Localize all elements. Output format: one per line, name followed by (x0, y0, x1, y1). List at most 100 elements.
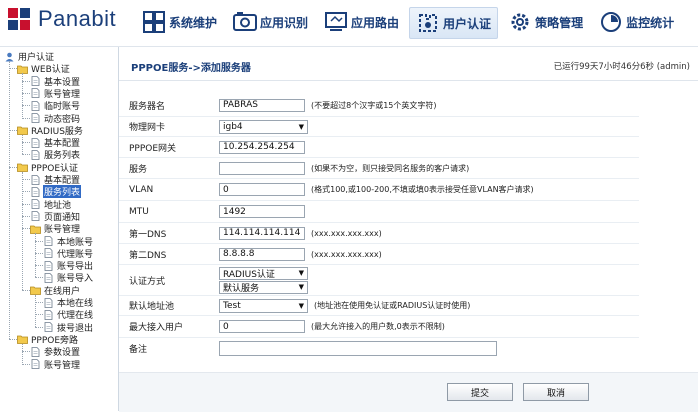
tree-connector (22, 228, 30, 230)
tree-connector (22, 171, 23, 290)
tree-connector (35, 294, 36, 327)
tree-connector (35, 252, 43, 254)
sidebar-tree-item[interactable]: 服务列表 (30, 148, 81, 161)
nav-monitor-stats[interactable]: 监控统计 (593, 7, 680, 37)
sidebar-tree-item[interactable]: 账号管理 (30, 358, 81, 371)
vlan-input[interactable] (219, 183, 305, 196)
sidebar-tree-item[interactable]: 服务列表 (30, 185, 82, 199)
dns1-hint: (xxx.xxx.xxx.xxx) (311, 228, 382, 238)
auth-service-select[interactable]: 默认服务 ▼ (219, 280, 308, 294)
sidebar-tree-label: 账号管理 (44, 225, 81, 236)
sidebar-tree-label: 基本配置 (44, 176, 81, 186)
sidebar-tree-item[interactable]: RADIUS服务 (17, 124, 84, 137)
panabit-logo: Panabit (6, 6, 116, 32)
nav-label: 应用路由 (351, 15, 400, 30)
sidebar-tree-label: 服务列表 (43, 185, 82, 199)
sidebar-tree-item[interactable]: PPPOE旁路 (17, 333, 79, 346)
sidebar-tree-item[interactable]: 动态密码 (30, 112, 81, 125)
tree-connector (22, 80, 30, 82)
row-dns1: 第一DNS (xxx.xxx.xxx.xxx) (119, 223, 639, 244)
sidebar-tree-item[interactable]: 地址池 (30, 198, 72, 211)
nav-system-maintenance[interactable]: 系统维护 (136, 7, 223, 37)
tree-connector (35, 240, 43, 242)
nav-app-routing[interactable]: 应用路由 (318, 7, 405, 37)
dns1-input[interactable] (219, 226, 305, 240)
sidebar-tree-label: 账号导入 (57, 274, 94, 285)
row-remark: 备注 (119, 338, 639, 359)
tree-connector (22, 351, 30, 353)
sidebar-tree-item[interactable]: 基本配置 (30, 136, 81, 149)
dns2-input[interactable] (219, 247, 305, 261)
sidebar-tree-item[interactable]: 本地在线 (43, 296, 94, 309)
sidebar-tree-label: 账号导出 (57, 262, 94, 273)
sidebar-tree-item[interactable]: 基本设置 (30, 75, 81, 88)
sidebar-tree-item[interactable]: 在线用户 (30, 284, 81, 297)
main-content: PPPOE服务->添加服务器 已运行99天7小时46分6秒 (admin) 服务… (119, 47, 698, 412)
document-icon (31, 88, 40, 99)
dns1-label: 第一DNS (129, 229, 167, 240)
gateway-input[interactable] (219, 140, 305, 154)
nav-label: 系统维护 (169, 15, 218, 30)
dns2-hint: (xxx.xxx.xxx.xxx) (311, 249, 382, 259)
tree-connector (9, 61, 10, 339)
server-name-input[interactable] (219, 98, 305, 112)
sidebar-tree-item[interactable]: 账号管理 (30, 222, 81, 235)
sidebar-tree-item[interactable]: 参数设置 (30, 345, 81, 358)
tree-connector (9, 129, 17, 131)
document-icon (44, 272, 53, 283)
max-users-label: 最大接入用户 (129, 323, 184, 333)
divider (119, 80, 698, 81)
tree-connector (35, 233, 36, 278)
sidebar-tree-label: 页面通知 (44, 212, 81, 223)
nav-policy-management[interactable]: 策略管理 (502, 7, 589, 37)
sidebar-tree-label: PPPOE认证 (31, 163, 79, 174)
cancel-button[interactable]: 取消 (523, 383, 589, 401)
folder-icon (17, 126, 28, 136)
sidebar-tree-item[interactable]: 拨号退出 (43, 321, 94, 334)
nav-label: 监控统计 (626, 15, 675, 30)
submit-button[interactable]: 提交 (447, 383, 513, 401)
nav-user-auth[interactable]: 用户认证 (409, 7, 499, 39)
sidebar-tree-item[interactable]: 基本配置 (30, 173, 81, 186)
nav-app-recognition[interactable]: 应用识别 (227, 7, 314, 37)
sidebar-tree-item[interactable]: WEB认证 (17, 62, 71, 75)
service-label: 服务 (129, 164, 148, 175)
chevron-down-icon: ▼ (298, 283, 304, 291)
system-maintenance-icon (143, 11, 165, 33)
default-pool-select[interactable]: Test ▼ (219, 298, 308, 313)
sidebar-tree-item[interactable]: 用户认证 (4, 50, 55, 63)
document-icon (31, 199, 40, 209)
max-users-input[interactable] (219, 320, 305, 333)
sidebar-tree-label: 账号管理 (44, 360, 81, 371)
sidebar-tree-label: 服务列表 (44, 151, 81, 162)
document-icon (44, 236, 53, 246)
document-icon (44, 260, 53, 271)
auth-method-select[interactable]: RADIUS认证 ▼ (219, 266, 308, 280)
sidebar-tree-item[interactable]: 本地账号 (43, 235, 94, 248)
sidebar-tree-item[interactable]: PPPOE认证 (17, 161, 79, 174)
tree-connector (22, 179, 30, 180)
tree-connector (22, 92, 30, 94)
sidebar-tree-item[interactable]: 页面通知 (30, 210, 81, 223)
button-bar: 提交 取消 (119, 372, 698, 412)
sidebar-tree-label: 本地账号 (57, 237, 94, 248)
sidebar-tree-label: PPPOE旁路 (31, 335, 79, 346)
remark-input[interactable] (219, 341, 497, 356)
tree-connector (9, 68, 17, 70)
sidebar-tree-item[interactable]: 账号管理 (30, 87, 81, 100)
sidebar-tree-label: 地址池 (44, 200, 72, 211)
auth-method-label: 认证方式 (129, 276, 166, 287)
tree-connector (35, 302, 43, 303)
physical-nic-select[interactable]: igb4 ▼ (219, 119, 308, 134)
document-icon (31, 211, 40, 222)
sidebar-tree: 用户认证 WEB认证 基本设置 账号管理 临时账号 动态密码 RADIUS服务 基本配置 服务列… (0, 47, 119, 411)
sidebar-tree-item[interactable]: 账号导入 (43, 271, 94, 284)
service-input[interactable] (219, 161, 305, 175)
sidebar-tree-item[interactable]: 账号导出 (43, 259, 94, 272)
sidebar-tree-item[interactable]: 代理账号 (43, 247, 94, 260)
mtu-input[interactable] (219, 205, 305, 218)
server-name-label: 服务器名 (129, 101, 166, 112)
document-icon (31, 359, 40, 369)
sidebar-tree-item[interactable]: 代理在线 (43, 308, 94, 321)
sidebar-tree-item[interactable]: 临时账号 (30, 99, 81, 112)
